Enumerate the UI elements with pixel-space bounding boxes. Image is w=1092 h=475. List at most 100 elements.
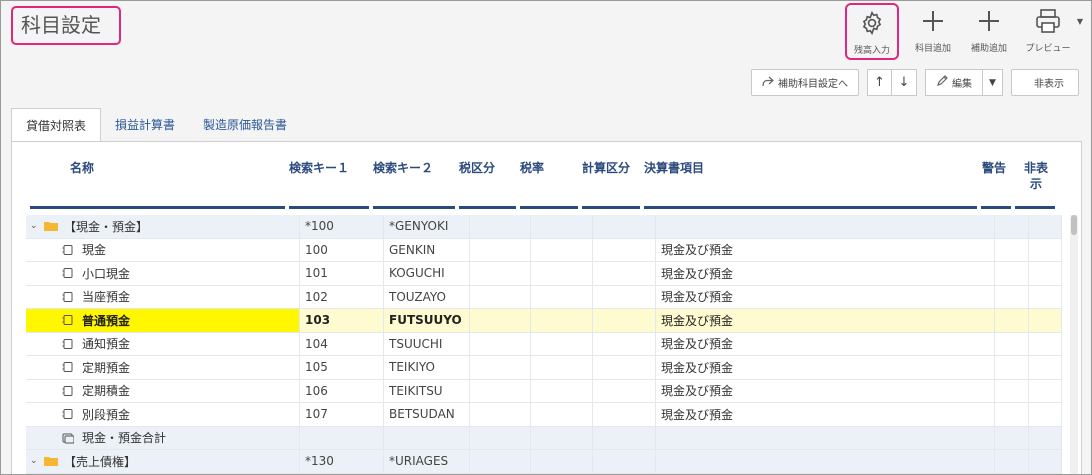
gear-icon [859,9,885,37]
warn-cell [995,450,1029,473]
action-bar: 補助科目設定へ ↑ ↓ 編集 ▼ 非表示 [751,69,1079,96]
warn-cell [995,215,1029,238]
account-item-icon [62,291,73,302]
key1-cell: 102 [300,285,384,308]
tax-cell [470,450,531,473]
account-name: 現金 [82,243,107,258]
calc-cell [593,332,656,355]
table-row[interactable]: ⌄ 【現金・預金】 *100 *GENYOKI [26,215,1062,239]
folder-icon [44,222,58,232]
chevron-down-icon[interactable]: ⌄ [30,456,44,466]
column-header-rate[interactable]: 税率 [520,160,544,176]
sub-account-setting-label: 補助科目設定へ [778,79,848,90]
column-header-tax[interactable]: 税区分 [459,160,495,176]
account-item-icon [62,268,73,279]
table-row-subtotal[interactable]: 現金・預金合計 [26,426,1062,450]
add-sub-account-label: 補助追加 [970,44,1007,54]
rate-cell [531,262,593,285]
edit-button[interactable]: 編集 [925,69,983,96]
key1-cell: 101 [300,262,384,285]
tax-cell [470,285,531,308]
add-sub-account-button[interactable]: 補助追加 [961,3,1017,59]
tax-cell [470,262,531,285]
name-cell: ⌄ 【現金・預金】 [26,215,300,238]
table-row[interactable]: 定期積金 106 TEIKITSU 現金及び預金 [26,379,1062,403]
add-account-button[interactable]: 科目追加 [905,3,961,59]
header-underline [30,206,285,209]
hide-cell [1029,262,1062,285]
rate-cell [531,238,593,261]
tab-manufacturing-cost[interactable]: 製造原価報告書 [189,108,301,142]
edit-dropdown-button[interactable]: ▼ [983,69,1003,96]
rate-cell [531,426,593,449]
column-header-key1[interactable]: 検索キー１ [289,160,349,176]
scrollbar-thumb[interactable] [1071,215,1077,235]
tax-cell [470,309,531,332]
chevron-down-icon[interactable]: ▼ [1077,17,1083,26]
column-header-calc[interactable]: 計算区分 [582,160,630,176]
table-row[interactable]: 通知預金 104 TSUUCHI 現金及び預金 [26,332,1062,356]
column-header-hide[interactable]: 非表 示 [1021,160,1051,192]
column-header-kessan[interactable]: 決算書項目 [644,160,704,176]
tax-cell [470,356,531,379]
rate-cell [531,215,593,238]
table-row[interactable]: 当座預金 102 TOUZAYO 現金及び預金 [26,285,1062,309]
kessan-cell [656,450,995,473]
preview-button[interactable]: プレビュー ▼ [1017,3,1083,59]
column-header-name[interactable]: 名称 [70,160,94,176]
account-name: 通知預金 [82,337,131,352]
edit-label: 編集 [952,79,972,90]
key1-cell: 100 [300,238,384,261]
pencil-icon [936,75,948,90]
hide-button[interactable]: 非表示 [1011,69,1079,96]
table-header: 名称 検索キー１ 検索キー２ 税区分 税率 計算区分 決算書項目 警告 非表 示 [12,142,1081,212]
hide-cell [1029,238,1062,261]
key1-cell: *100 [300,215,384,238]
account-name: 普通預金 [82,313,131,328]
table-row[interactable]: 小口現金 101 KOGUCHI 現金及び預金 [26,262,1062,286]
kessan-cell: 現金及び預金 [656,285,995,308]
calc-cell [593,379,656,402]
account-item-icon [62,315,73,326]
warn-cell [995,262,1029,285]
tax-cell [470,238,531,261]
hide-cell [1029,403,1062,426]
kessan-cell: 現金及び預金 [656,238,995,261]
account-name: 定期預金 [82,360,131,375]
table-row-selected[interactable]: 普通預金 103 FUTSUUYO 現金及び預金 [26,309,1062,333]
account-name: 別段預金 [82,407,131,422]
key2-cell: GENKIN [384,238,470,261]
tab-balance-sheet[interactable]: 貸借対照表 [11,108,102,142]
name-cell: 当座預金 [26,285,300,308]
move-up-button[interactable]: ↑ [867,69,892,96]
calc-cell [593,426,656,449]
folder-icon [44,457,58,467]
name-cell: 普通預金 [26,309,300,332]
table-row[interactable]: 現金 100 GENKIN 現金及び預金 [26,238,1062,262]
balance-input-button[interactable]: 残高入力 [845,3,899,60]
account-name: 当座預金 [82,290,131,305]
tab-income-statement[interactable]: 損益計算書 [101,108,189,142]
column-header-warn[interactable]: 警告 [982,160,1006,176]
hide-cell [1029,426,1062,449]
move-down-button[interactable]: ↓ [892,69,917,96]
key2-cell: *URIAGES [384,450,470,473]
column-header-key2[interactable]: 検索キー２ [373,160,433,176]
table-row[interactable]: ⌄ 【売上債権】 *130 *URIAGES [26,450,1062,474]
vertical-scrollbar[interactable] [1070,215,1078,474]
account-name: 現金・預金合計 [82,431,167,446]
add-account-label: 科目追加 [914,44,951,54]
calc-cell [593,285,656,308]
hide-cell [1029,215,1062,238]
key2-cell: TEIKITSU [384,379,470,402]
account-table: 名称 検索キー１ 検索キー２ 税区分 税率 計算区分 決算書項目 警告 非表 示 [11,141,1082,474]
account-item-icon [62,338,73,349]
chevron-down-icon[interactable]: ⌄ [30,221,44,231]
key2-cell: KOGUCHI [384,262,470,285]
table-row[interactable]: 定期預金 105 TEIKIYO 現金及び預金 [26,356,1062,380]
table-row[interactable]: 別段預金 107 BETSUDAN 現金及び預金 [26,403,1062,427]
account-name: 小口現金 [82,266,131,281]
sub-account-setting-button[interactable]: 補助科目設定へ [751,69,859,96]
name-cell: 現金 [26,238,300,261]
name-cell: 定期預金 [26,356,300,379]
